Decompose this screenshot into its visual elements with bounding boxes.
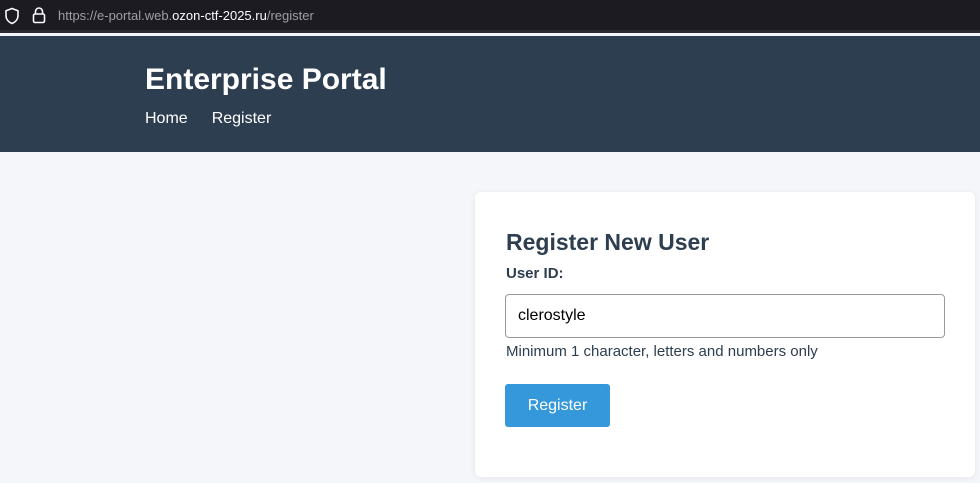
user-id-label: User ID:: [506, 265, 564, 282]
nav-link-register[interactable]: Register: [212, 110, 272, 128]
browser-address-bar: https://e-portal.web.ozon-ctf-2025.ru/re…: [0, 0, 980, 33]
nav-link-home[interactable]: Home: [145, 110, 188, 128]
register-title: Register New User: [506, 229, 710, 255]
register-button[interactable]: Register: [505, 384, 610, 427]
user-id-input[interactable]: [505, 294, 945, 338]
user-id-hint: Minimum 1 character, letters and numbers…: [506, 343, 818, 360]
shield-icon[interactable]: [4, 7, 20, 25]
url-path: /register: [266, 8, 314, 23]
site-nav: Home Register: [145, 110, 271, 128]
site-title: Enterprise Portal: [145, 63, 387, 96]
url-domain: ozon-ctf-2025.ru: [172, 8, 267, 23]
register-card: Register New User User ID: Minimum 1 cha…: [475, 192, 975, 477]
address-url[interactable]: https://e-portal.web.ozon-ctf-2025.ru/re…: [58, 8, 314, 24]
site-header: Enterprise Portal Home Register: [0, 36, 980, 152]
lock-icon[interactable]: [32, 6, 46, 24]
url-prefix: https://e-portal.web.: [58, 8, 173, 23]
